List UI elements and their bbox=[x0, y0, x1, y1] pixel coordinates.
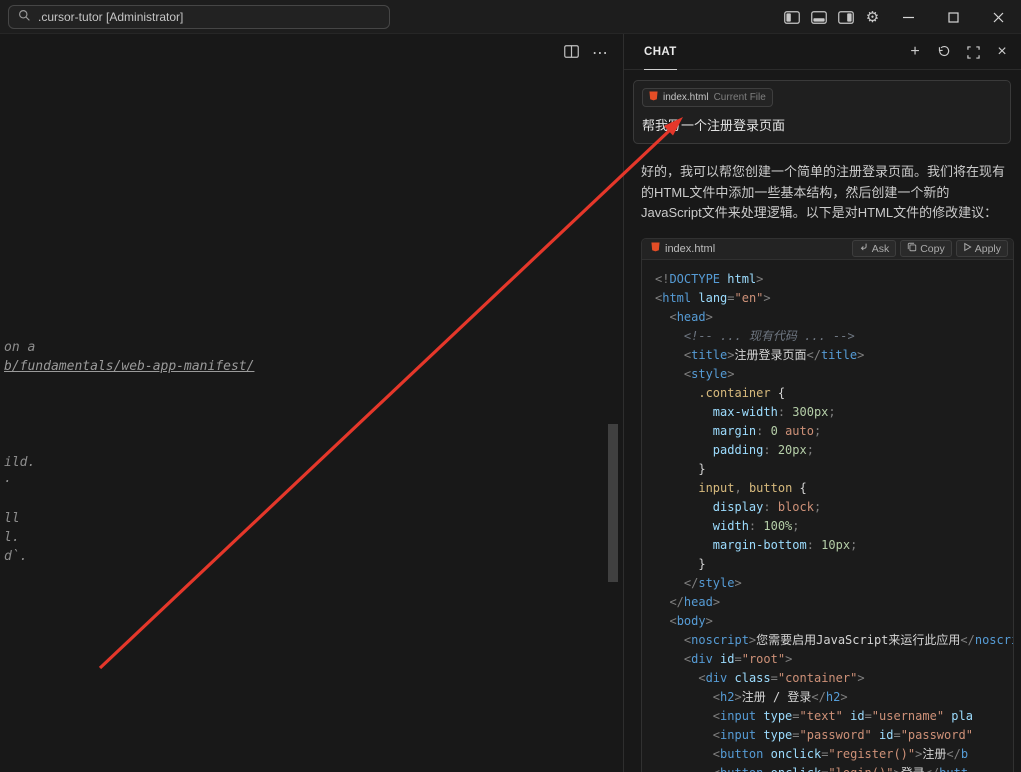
ask-icon bbox=[859, 242, 869, 255]
assistant-message-text: 好的，我可以帮您创建一个简单的注册登录页面。我们将在现有的HTML文件中添加一些… bbox=[641, 162, 1005, 224]
settings-gear-icon[interactable]: ⚙ bbox=[859, 4, 886, 31]
close-chat-button[interactable]: × bbox=[991, 41, 1013, 63]
gear-glyph: ⚙ bbox=[866, 8, 879, 26]
search-icon bbox=[18, 9, 31, 25]
editor-link-fragment[interactable]: b/fundamentals/web-app-manifest/ bbox=[4, 359, 254, 374]
minimize-button[interactable] bbox=[886, 0, 931, 34]
code-lines: <!DOCTYPE html><html lang="en"> <head> <… bbox=[642, 260, 1013, 772]
new-chat-button[interactable]: + bbox=[904, 41, 926, 63]
editor-actions: ⋯ bbox=[564, 45, 608, 63]
toggle-primary-sidebar-icon[interactable] bbox=[778, 4, 805, 31]
copy-button-label: Copy bbox=[920, 243, 945, 255]
search-box-text: .cursor-tutor [Administrator] bbox=[38, 10, 183, 24]
chat-panel-header: CHAT + × bbox=[624, 34, 1021, 70]
window-search-box[interactable]: .cursor-tutor [Administrator] bbox=[8, 5, 390, 29]
toggle-secondary-sidebar-icon[interactable] bbox=[832, 4, 859, 31]
code-block-actions: Ask Copy Apply bbox=[852, 240, 1008, 257]
user-message-text: 帮我写一个注册登录页面 bbox=[642, 115, 1002, 134]
copy-button[interactable]: Copy bbox=[900, 240, 952, 257]
html-file-icon bbox=[651, 242, 660, 255]
editor-text-fragment: ild. bbox=[4, 455, 35, 470]
context-pill-tag: Current File bbox=[714, 92, 766, 103]
code-block-file: index.html bbox=[651, 242, 715, 255]
code-block-filename: index.html bbox=[665, 243, 715, 255]
ask-button-label: Ask bbox=[872, 243, 890, 255]
html-file-icon bbox=[649, 91, 658, 104]
editor-text-fragment: l. bbox=[4, 530, 20, 545]
editor-pane: ⋯ on a b/fundamentals/web-app-manifest/ … bbox=[0, 34, 623, 772]
more-actions-button[interactable]: ⋯ bbox=[592, 49, 608, 59]
editor-scrollbar[interactable] bbox=[608, 424, 618, 582]
apply-play-icon bbox=[963, 242, 972, 255]
close-button[interactable] bbox=[976, 0, 1021, 34]
context-pill-filename: index.html bbox=[663, 92, 709, 103]
chat-header-icons: + × bbox=[904, 34, 1013, 70]
user-message[interactable]: index.html Current File 帮我写一个注册登录页面 bbox=[633, 80, 1011, 144]
code-block-header: index.html Ask Copy bbox=[642, 239, 1013, 260]
tab-chat[interactable]: CHAT bbox=[644, 34, 677, 70]
maximize-button[interactable] bbox=[931, 0, 976, 34]
code-block: index.html Ask Copy bbox=[641, 238, 1014, 772]
toggle-panel-icon[interactable] bbox=[805, 4, 832, 31]
apply-button[interactable]: Apply bbox=[956, 240, 1008, 257]
chat-panel: CHAT + × index.html Current File 帮我写一个注册… bbox=[623, 34, 1021, 772]
apply-button-label: Apply bbox=[975, 243, 1001, 255]
chat-content: index.html Current File 帮我写一个注册登录页面 好的，我… bbox=[624, 71, 1021, 772]
editor-text-fragment: on a bbox=[4, 340, 35, 355]
chat-tab-label: CHAT bbox=[644, 46, 677, 58]
titlebar: .cursor-tutor [Administrator] ⚙ bbox=[0, 0, 1021, 34]
expand-chat-icon[interactable] bbox=[962, 41, 984, 63]
split-editor-icon[interactable] bbox=[564, 45, 579, 63]
context-pill-current-file[interactable]: index.html Current File bbox=[642, 88, 773, 107]
editor-text-fragment: . bbox=[4, 471, 12, 486]
ask-button[interactable]: Ask bbox=[852, 240, 897, 257]
editor-text-fragment: ll bbox=[4, 511, 20, 526]
titlebar-controls: ⚙ bbox=[778, 0, 1021, 34]
editor-text-fragment: d`. bbox=[4, 549, 27, 564]
history-icon[interactable] bbox=[933, 41, 955, 63]
copy-icon bbox=[907, 242, 917, 255]
